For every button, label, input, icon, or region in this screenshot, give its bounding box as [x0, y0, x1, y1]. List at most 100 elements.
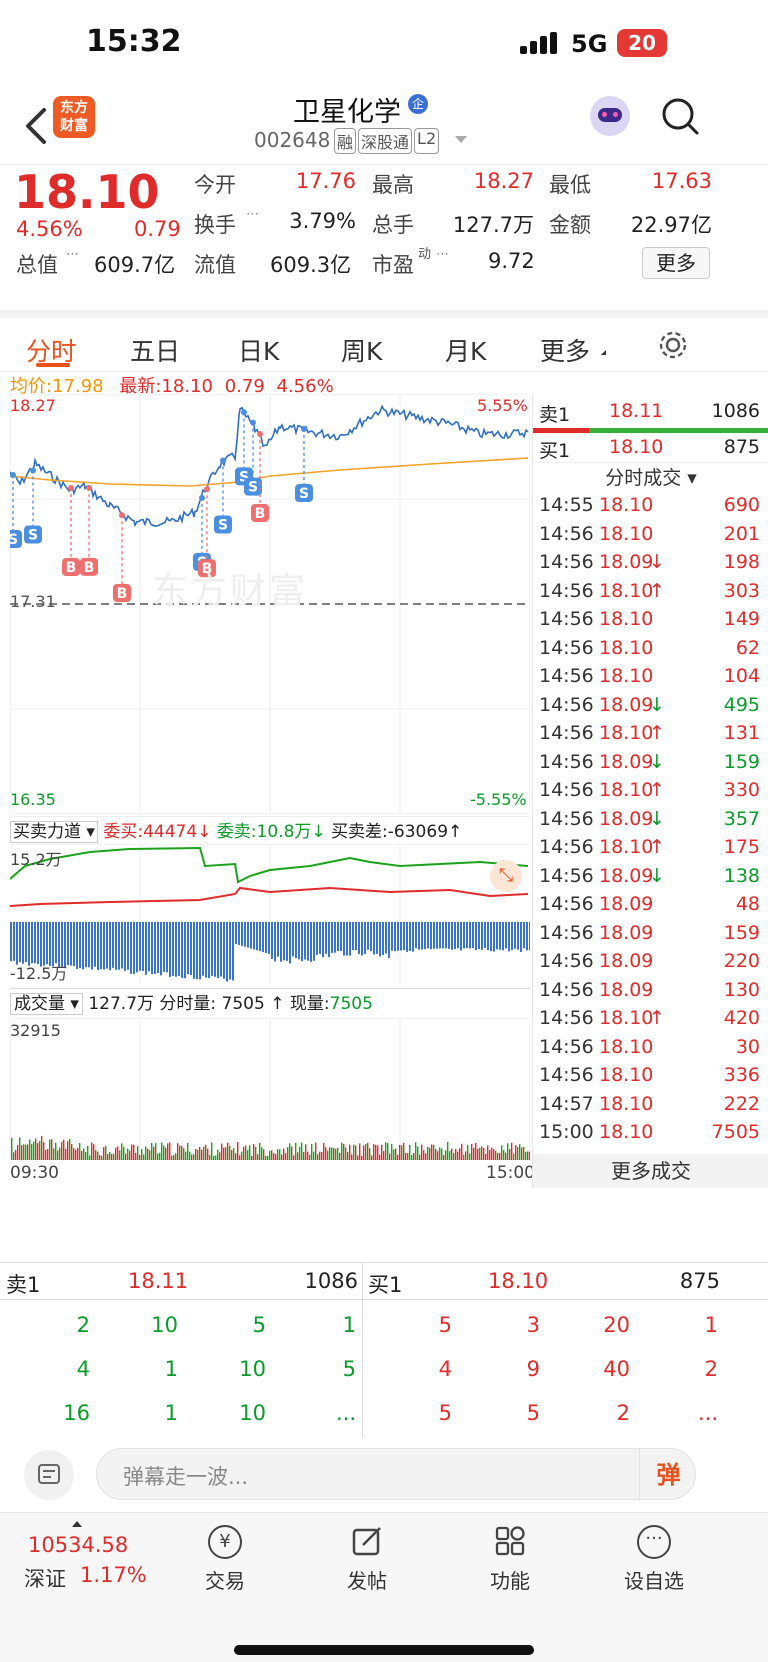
volume-bar — [197, 1149, 199, 1160]
expand-icon[interactable]: ⤡ — [490, 860, 522, 892]
sell-pressure-bar — [115, 922, 117, 970]
stock-tags: 融 深股通 L2 — [334, 128, 440, 154]
tab-more[interactable]: 更多 — [540, 332, 590, 368]
index-value[interactable]: 10534.58 — [28, 1533, 128, 1557]
top-bid-label: 买1 — [539, 440, 571, 462]
volume-bar — [389, 1153, 391, 1160]
volume-bar — [87, 1145, 89, 1160]
change-amount: 0.79 — [134, 217, 181, 241]
volume-bar — [401, 1145, 403, 1160]
volume-now: 7505 — [329, 994, 373, 1014]
tick-direction: ↓ — [649, 551, 665, 573]
sell-pressure-bar — [496, 922, 498, 950]
sell-pressure-bar — [409, 922, 411, 951]
info-dots-icon[interactable]: ⋯ — [66, 247, 79, 262]
volume-bar — [283, 1148, 285, 1160]
index-percent[interactable]: 1.17% — [80, 1563, 147, 1587]
battery-level: 20 — [628, 31, 656, 55]
buy-volume-line — [10, 846, 529, 884]
trade-marker-letter: S — [299, 486, 309, 502]
sell-pressure-bar — [172, 922, 174, 976]
power-bottom-label: -12.5万 — [10, 964, 68, 983]
volume-bar — [301, 1142, 303, 1160]
danmu-send-button[interactable]: 弹 — [639, 1449, 697, 1501]
danmu-list-icon[interactable] — [24, 1450, 74, 1500]
tick-volume: 30 — [735, 1035, 760, 1058]
nav-trade[interactable]: ¥ 交易 — [198, 1525, 252, 1605]
nav-watchlist[interactable]: ··· 设自选 — [622, 1525, 686, 1605]
bid-queue-cell: 4 — [438, 1357, 452, 1381]
tick-direction: ↑ — [649, 779, 665, 801]
sell-pressure-bar — [85, 922, 87, 968]
volume-bar — [335, 1148, 337, 1160]
volume-bar — [371, 1155, 373, 1160]
volume-bar — [21, 1145, 23, 1160]
info-dots-icon[interactable]: ⋯ — [436, 247, 449, 262]
ticks-header[interactable]: 分时成交 ▾ — [533, 462, 768, 492]
tab-month-k[interactable]: 月K — [445, 332, 486, 368]
volume-bar — [529, 1151, 530, 1160]
book-bid-label: 买1 — [368, 1273, 403, 1297]
sell-pressure-bar — [163, 922, 165, 972]
trade-marker-dot — [68, 485, 74, 492]
volume-bar — [263, 1149, 265, 1160]
index-name[interactable]: 深证 — [24, 1563, 66, 1593]
quote-field-value: 17.76 — [295, 169, 356, 193]
trade-marker-dot — [301, 426, 307, 433]
volume-bar — [427, 1146, 429, 1160]
tick-time: 14:56 — [539, 864, 594, 887]
tab-day-k[interactable]: 日K — [238, 332, 279, 368]
tick-volume: 62 — [735, 636, 760, 659]
volume-bar — [221, 1143, 223, 1160]
nav-function[interactable]: 功能 — [483, 1525, 537, 1605]
app-logo-badge[interactable]: 东方 财富 — [53, 96, 95, 138]
volume-now-label: 现量: — [289, 994, 330, 1014]
robot-assistant-icon[interactable] — [590, 96, 630, 136]
volume-bar — [383, 1151, 385, 1160]
tick-time: 14:56 — [539, 950, 594, 972]
info-dots-icon[interactable]: ⋯ — [246, 207, 259, 222]
tick-time: 14:56 — [539, 608, 594, 630]
volume-bar — [399, 1144, 401, 1160]
volume-bar — [499, 1153, 501, 1160]
danmu-input[interactable]: 弹幕走一波... 弹 — [96, 1448, 697, 1501]
tick-price: 18.10 — [599, 608, 654, 630]
volume-bar — [95, 1150, 97, 1160]
sell-pressure-bar — [463, 922, 465, 949]
volume-bar — [473, 1147, 475, 1160]
volume-bar — [199, 1147, 201, 1160]
volume-bar — [109, 1151, 111, 1160]
volume-bar — [303, 1152, 305, 1160]
volume-bar — [105, 1145, 107, 1160]
more-ticks-button[interactable]: 更多成交 — [533, 1154, 768, 1188]
sell-pressure-bar — [268, 922, 270, 954]
power-selector[interactable]: 买卖力道 ▾ — [10, 821, 98, 843]
volume-bar — [261, 1147, 263, 1160]
tab-five-day[interactable]: 五日 — [130, 332, 180, 368]
volume-bar — [239, 1155, 241, 1160]
tab-week-k[interactable]: 周K — [341, 332, 382, 368]
sell-pressure-bar — [274, 922, 276, 962]
sell-pressure-bar — [262, 922, 264, 953]
tick-time: 14:56 — [539, 836, 594, 858]
sell-pressure-bar — [367, 922, 369, 950]
volume-bar — [297, 1152, 299, 1160]
sell-pressure-bar — [451, 922, 453, 950]
tick-time: 14:56 — [539, 893, 594, 915]
volume-bar — [311, 1143, 313, 1160]
sell-pressure-bar — [157, 922, 159, 973]
volume-bar — [193, 1154, 195, 1160]
nav-post[interactable]: 发帖 — [340, 1525, 394, 1605]
quote-field-value: 18.27 — [473, 169, 534, 193]
ask-queue-cell: 1 — [342, 1313, 356, 1337]
tick-volume: 48 — [735, 893, 760, 915]
volume-bar — [459, 1148, 461, 1160]
more-button[interactable]: 更多 — [642, 247, 710, 279]
dropdown-caret-icon[interactable] — [455, 136, 467, 143]
bid-queue-cell: 5 — [438, 1401, 452, 1425]
trade-marker-dot — [10, 471, 16, 478]
back-icon[interactable] — [22, 106, 52, 146]
search-icon[interactable] — [660, 96, 700, 136]
volume-selector[interactable]: 成交量 ▾ — [10, 993, 83, 1015]
settings-gear-icon[interactable] — [658, 330, 688, 360]
